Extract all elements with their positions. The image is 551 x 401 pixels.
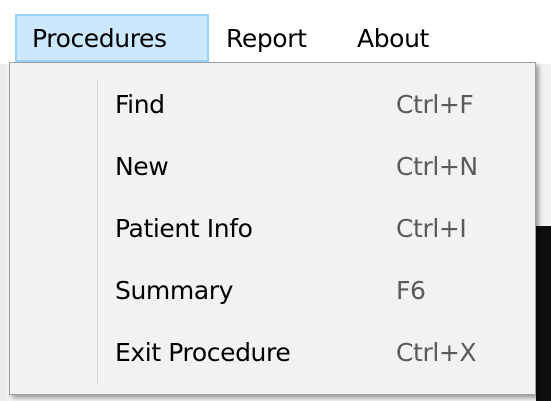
menu-about[interactable]: About <box>355 14 465 62</box>
menu-item-patient-info-label: Patient Info <box>115 214 253 243</box>
menu-item-summary-label: Summary <box>115 276 234 305</box>
menu-item-patient-info[interactable]: Patient Info Ctrl+I <box>12 200 531 258</box>
menu-bar: Procedures Report About <box>0 0 551 64</box>
menu-item-patient-info-shortcut: Ctrl+I <box>396 214 467 243</box>
menu-procedures-label: Procedures <box>32 23 167 53</box>
menu-item-new-shortcut: Ctrl+N <box>396 152 478 181</box>
menu-item-new[interactable]: New Ctrl+N <box>12 138 531 196</box>
menu-item-find-shortcut: Ctrl+F <box>396 90 474 119</box>
menu-item-exit-procedure-shortcut: Ctrl+X <box>396 338 477 367</box>
menu-about-label: About <box>357 23 429 53</box>
menu-item-exit-procedure[interactable]: Exit Procedure Ctrl+X <box>12 324 531 382</box>
menu-item-summary-shortcut: F6 <box>396 276 426 305</box>
menu-item-find-label: Find <box>115 90 165 119</box>
background-window-edge <box>0 64 7 401</box>
menu-item-summary[interactable]: Summary F6 <box>12 262 531 320</box>
menu-procedures[interactable]: Procedures <box>15 14 209 62</box>
menu-item-new-label: New <box>115 152 169 181</box>
menu-item-exit-procedure-label: Exit Procedure <box>115 338 291 367</box>
menu-report-label: Report <box>226 23 307 53</box>
procedures-dropdown-menu: Find Ctrl+F New Ctrl+N Patient Info Ctrl… <box>9 62 536 395</box>
background-window-dark-region <box>536 226 551 401</box>
menu-report[interactable]: Report <box>224 14 336 62</box>
menu-item-find[interactable]: Find Ctrl+F <box>12 76 531 134</box>
